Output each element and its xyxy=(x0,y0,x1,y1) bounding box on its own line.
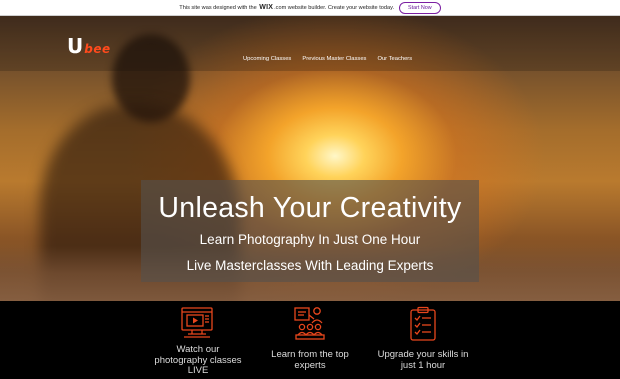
nav-item-upcoming-classes[interactable]: Upcoming Classes xyxy=(243,56,291,62)
feature-top-experts: Learn from the top experts xyxy=(262,301,358,379)
hero-subtitle-2: Live Masterclasses With Leading Experts xyxy=(186,258,434,273)
wix-brand: WIX xyxy=(259,4,274,11)
main-nav: Upcoming Classes Previous Master Classes… xyxy=(243,56,412,62)
features-section: Watch our photography classes LIVE Learn… xyxy=(0,301,620,379)
wix-banner: This site was designed with the WIX .com … xyxy=(0,0,620,16)
feature-watch-live: Watch our photography classes LIVE xyxy=(150,301,246,379)
site-logo[interactable]: Ubee xyxy=(67,34,111,56)
feature-label-watch-live: Watch our photography classes LIVE xyxy=(154,344,242,376)
start-now-button[interactable]: Start Now xyxy=(399,1,441,14)
feature-upgrade-skills: Upgrade your skills in just 1 hour xyxy=(370,301,476,379)
logo-letter: U xyxy=(67,34,84,58)
nav-item-our-teachers[interactable]: Our Teachers xyxy=(377,56,412,62)
hero-subtitle-1: Learn Photography In Just One Hour xyxy=(199,232,421,247)
banner-text-after: .com website builder. Create your websit… xyxy=(274,4,395,11)
feature-label-top-experts: Learn from the top experts xyxy=(271,349,349,371)
video-player-icon xyxy=(180,306,216,344)
logo-rest: bee xyxy=(84,42,111,56)
nav-item-previous-master-classes[interactable]: Previous Master Classes xyxy=(302,56,366,62)
banner-text-before: This site was designed with the xyxy=(179,4,257,11)
hero-text-box: Unleash Your Creativity Learn Photograph… xyxy=(141,180,479,282)
checklist-clipboard-icon xyxy=(409,306,437,346)
hero-title: Unleash Your Creativity xyxy=(158,192,462,224)
teacher-presentation-icon xyxy=(293,305,327,345)
feature-label-upgrade-skills: Upgrade your skills in just 1 hour xyxy=(377,349,469,371)
